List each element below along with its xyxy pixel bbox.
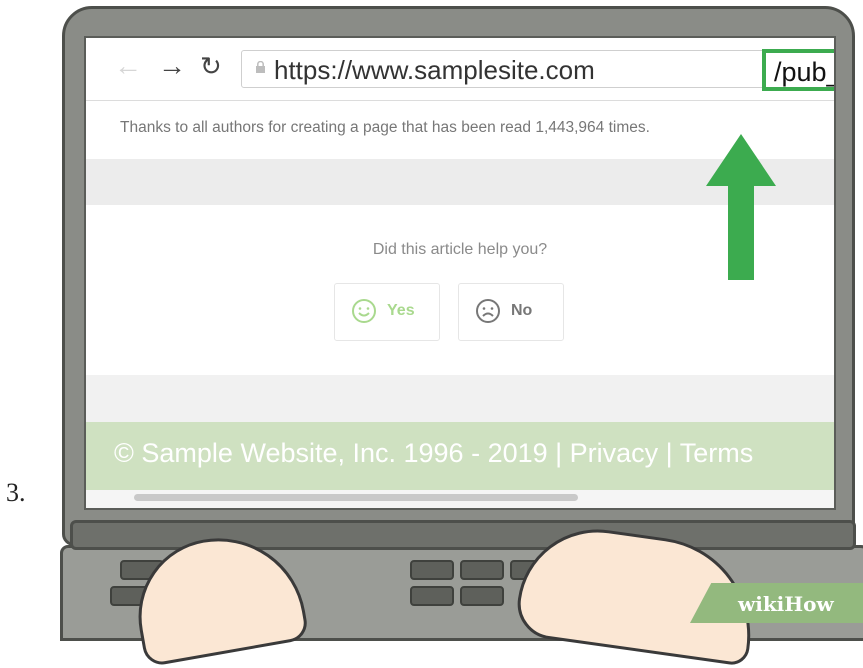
frown-icon (476, 299, 500, 323)
thanks-text: Thanks to all authors for creating a pag… (120, 119, 650, 136)
address-bar[interactable]: https://www.samplesite.com /pub_nov_2018 (241, 49, 834, 91)
keyboard-key (460, 586, 504, 606)
reload-icon[interactable]: ↻ (200, 50, 222, 82)
url-text: https://www.samplesite.com (274, 55, 595, 85)
scrollbar-thumb[interactable] (134, 494, 578, 501)
yes-button[interactable]: Yes (334, 283, 440, 341)
wikihow-wiki-text: wiki (738, 592, 785, 616)
browser-window: ← → ↻ https://www.samplesite.com /pub_no… (84, 36, 836, 510)
no-button[interactable]: No (458, 283, 564, 341)
footer-text: © Sample Website, Inc. 1996 - 2019 | Pri… (114, 438, 754, 468)
forward-arrow-icon[interactable]: → (158, 50, 186, 82)
keyboard-key (410, 586, 454, 606)
no-label: No (511, 302, 533, 319)
url-path-text: /pub_nov_2018 (774, 57, 834, 87)
step-number: 3. (6, 478, 26, 507)
browser-toolbar: ← → ↻ https://www.samplesite.com /pub_no… (86, 38, 834, 101)
wikihow-how-text: How (784, 592, 834, 616)
back-arrow-icon[interactable]: ← (114, 50, 142, 82)
keyboard-key (460, 560, 504, 580)
url-path-highlight: /pub_nov_2018 (762, 49, 834, 91)
smile-icon (352, 299, 376, 323)
wikihow-logo: wikiHow (738, 592, 834, 616)
yes-label: Yes (387, 302, 415, 319)
lock-icon (256, 61, 265, 73)
keyboard-key (410, 560, 454, 580)
up-arrow-icon (706, 134, 776, 280)
site-footer: © Sample Website, Inc. 1996 - 2019 | Pri… (86, 422, 834, 490)
